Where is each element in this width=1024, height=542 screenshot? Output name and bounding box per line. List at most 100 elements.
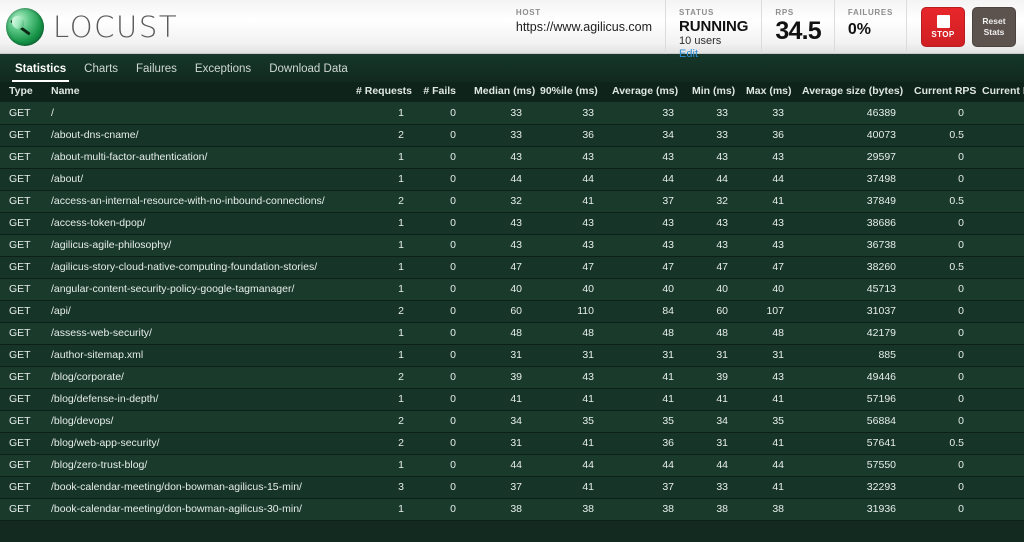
cell-median: 33 bbox=[465, 102, 531, 124]
tab-download-data[interactable]: Download Data bbox=[260, 63, 357, 82]
column-header-p90[interactable]: 90%ile (ms) bbox=[531, 82, 603, 102]
cell-type: GET bbox=[0, 476, 42, 498]
cell-fails: 0 bbox=[413, 498, 465, 520]
cell-median: 31 bbox=[465, 432, 531, 454]
cell-average: 84 bbox=[603, 300, 683, 322]
cell-size: 31037 bbox=[793, 300, 905, 322]
failures-label: FAILURES bbox=[848, 8, 893, 18]
tab-exceptions[interactable]: Exceptions bbox=[186, 63, 260, 82]
cell-fails: 0 bbox=[413, 322, 465, 344]
cell-name: / bbox=[42, 102, 347, 124]
cell-fails: 0 bbox=[413, 432, 465, 454]
cell-max: 41 bbox=[737, 432, 793, 454]
reset-stats-button[interactable]: Reset Stats bbox=[972, 7, 1016, 47]
tab-statistics[interactable]: Statistics bbox=[6, 63, 75, 82]
table-header-row: Type Name # Requests # Fails Median (ms)… bbox=[0, 82, 1024, 102]
cell-crps: 0 bbox=[905, 454, 973, 476]
cell-p90: 31 bbox=[531, 344, 603, 366]
cell-type: GET bbox=[0, 498, 42, 520]
cell-requests: 2 bbox=[347, 432, 413, 454]
cell-max: 107 bbox=[737, 300, 793, 322]
host-status-box: HOST https://www.agilicus.com bbox=[503, 0, 665, 54]
column-header-name[interactable]: Name bbox=[42, 82, 347, 102]
cell-max: 31 bbox=[737, 344, 793, 366]
table-row: GET/about/1044444444443749800 bbox=[0, 168, 1024, 190]
cell-name: /book-calendar-meeting/don-bowman-agilic… bbox=[42, 498, 347, 520]
table-row: GET/1033333333334638900 bbox=[0, 102, 1024, 124]
cell-average: 36 bbox=[603, 432, 683, 454]
cell-min: 43 bbox=[683, 234, 737, 256]
column-header-requests[interactable]: # Requests bbox=[347, 82, 413, 102]
cell-max: 38 bbox=[737, 498, 793, 520]
cell-requests: 3 bbox=[347, 476, 413, 498]
column-header-type[interactable]: Type bbox=[0, 82, 42, 102]
cell-max: 41 bbox=[737, 190, 793, 212]
tab-failures[interactable]: Failures bbox=[127, 63, 186, 82]
cell-p90: 47 bbox=[531, 256, 603, 278]
cell-min: 43 bbox=[683, 146, 737, 168]
column-header-max[interactable]: Max (ms) bbox=[737, 82, 793, 102]
cell-p90: 41 bbox=[531, 432, 603, 454]
cell-crps: 0 bbox=[905, 366, 973, 388]
table-row: GET/access-an-internal-resource-with-no-… bbox=[0, 190, 1024, 212]
cell-average: 47 bbox=[603, 256, 683, 278]
cell-median: 38 bbox=[465, 498, 531, 520]
cell-min: 43 bbox=[683, 212, 737, 234]
column-header-median[interactable]: Median (ms) bbox=[465, 82, 531, 102]
cell-cfails: 0 bbox=[973, 300, 1024, 322]
cell-crps: 0 bbox=[905, 102, 973, 124]
cell-median: 43 bbox=[465, 234, 531, 256]
cell-max: 36 bbox=[737, 124, 793, 146]
cell-cfails: 0 bbox=[973, 322, 1024, 344]
cell-size: 32293 bbox=[793, 476, 905, 498]
cell-cfails: 0 bbox=[973, 124, 1024, 146]
cell-requests: 2 bbox=[347, 190, 413, 212]
run-status-box: STATUS RUNNING 10 users Edit bbox=[665, 0, 761, 54]
cell-name: /agilicus-story-cloud-native-computing-f… bbox=[42, 256, 347, 278]
stop-button[interactable]: STOP bbox=[921, 7, 965, 47]
edit-link[interactable]: Edit bbox=[679, 48, 748, 61]
cell-p90: 44 bbox=[531, 454, 603, 476]
tab-charts[interactable]: Charts bbox=[75, 63, 127, 82]
cell-min: 47 bbox=[683, 256, 737, 278]
column-header-average[interactable]: Average (ms) bbox=[603, 82, 683, 102]
cell-cfails: 0 bbox=[973, 388, 1024, 410]
cell-requests: 1 bbox=[347, 388, 413, 410]
cell-requests: 1 bbox=[347, 322, 413, 344]
cell-cfails: 0 bbox=[973, 366, 1024, 388]
cell-p90: 44 bbox=[531, 168, 603, 190]
action-buttons: STOP Reset Stats bbox=[906, 0, 1024, 54]
column-header-min[interactable]: Min (ms) bbox=[683, 82, 737, 102]
cell-min: 38 bbox=[683, 498, 737, 520]
cell-p90: 43 bbox=[531, 146, 603, 168]
cell-name: /book-calendar-meeting/don-bowman-agilic… bbox=[42, 476, 347, 498]
cell-requests: 1 bbox=[347, 454, 413, 476]
cell-cfails: 0 bbox=[973, 102, 1024, 124]
cell-median: 41 bbox=[465, 388, 531, 410]
cell-size: 57196 bbox=[793, 388, 905, 410]
cell-fails: 0 bbox=[413, 476, 465, 498]
cell-max: 41 bbox=[737, 476, 793, 498]
cell-max: 41 bbox=[737, 388, 793, 410]
cell-name: /blog/web-app-security/ bbox=[42, 432, 347, 454]
table-row: GET/about-dns-cname/203336343336400730.5… bbox=[0, 124, 1024, 146]
failures-box: FAILURES 0% bbox=[834, 0, 906, 54]
column-header-crps[interactable]: Current RPS bbox=[905, 82, 973, 102]
cell-average: 38 bbox=[603, 498, 683, 520]
cell-average: 44 bbox=[603, 168, 683, 190]
cell-min: 34 bbox=[683, 410, 737, 432]
column-header-fails[interactable]: # Fails bbox=[413, 82, 465, 102]
cell-median: 32 bbox=[465, 190, 531, 212]
cell-max: 47 bbox=[737, 256, 793, 278]
cell-p90: 48 bbox=[531, 322, 603, 344]
column-header-cfails[interactable]: Current Failures/s bbox=[973, 82, 1024, 102]
column-header-size[interactable]: Average size (bytes) bbox=[793, 82, 905, 102]
stop-square-icon bbox=[937, 15, 950, 28]
cell-name: /about/ bbox=[42, 168, 347, 190]
rps-value: 34.5 bbox=[775, 18, 820, 45]
cell-cfails: 0 bbox=[973, 476, 1024, 498]
cell-size: 49446 bbox=[793, 366, 905, 388]
cell-name: /agilicus-agile-philosophy/ bbox=[42, 234, 347, 256]
cell-min: 60 bbox=[683, 300, 737, 322]
cell-crps: 0 bbox=[905, 410, 973, 432]
